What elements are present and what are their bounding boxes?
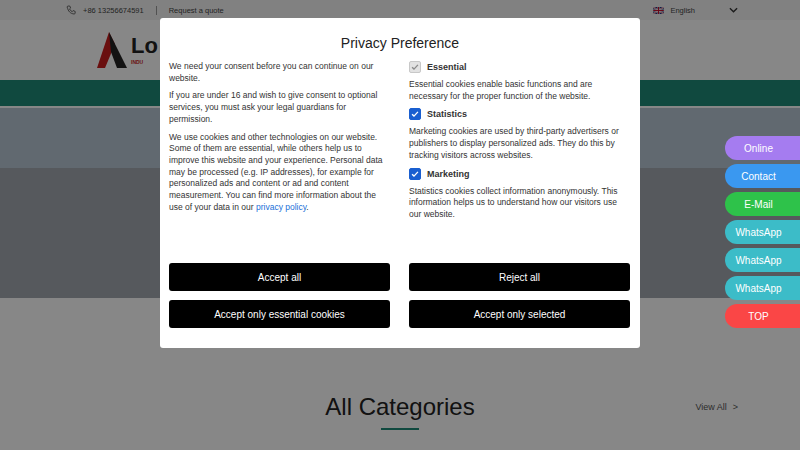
consent-button[interactable]: Accept only selected <box>409 300 630 328</box>
option-label: Statistics <box>427 109 467 119</box>
page: +86 13256674591Request a quoteEnglishLoI… <box>0 0 800 450</box>
floating-button[interactable]: Online <box>725 136 800 160</box>
option-checkbox[interactable] <box>409 168 421 180</box>
details-text: We use cookies and other technologies on… <box>169 132 390 214</box>
option-checkbox <box>409 61 421 73</box>
privacy-modal: Privacy PreferenceWe need your consent b… <box>160 18 640 348</box>
check-icon <box>410 169 420 179</box>
option-description: Statistics cookies collect information a… <box>409 186 630 221</box>
cookie-option: Marketing Statistics cookies collect info… <box>409 168 630 221</box>
check-icon <box>410 109 420 119</box>
floating-button[interactable]: Contact <box>725 164 800 188</box>
option-description: Essential cookies enable basic functions… <box>409 79 630 102</box>
cookie-option: Essential Essential cookies enable basic … <box>409 61 630 102</box>
floating-button[interactable]: E-Mail <box>725 192 800 216</box>
option-checkbox[interactable] <box>409 108 421 120</box>
minors-text: If you are under 16 and wish to give con… <box>169 90 390 125</box>
floating-button[interactable]: WhatsApp <box>725 220 800 244</box>
floating-contact-bar: Online Contact E-Mail WhatsApp WhatsApp Whats… <box>725 136 800 328</box>
floating-button[interactable]: WhatsApp <box>725 248 800 272</box>
floating-button[interactable]: TOP <box>725 304 800 328</box>
consent-button[interactable]: Accept all <box>169 263 390 291</box>
intro-text: We need your consent before you can cont… <box>169 61 390 84</box>
option-description: Marketing cookies are used by third-part… <box>409 126 630 161</box>
check-icon <box>410 62 420 72</box>
cookie-option: Statistics Marketing cookies are used by … <box>409 108 630 161</box>
modal-title: Privacy Preference <box>169 18 631 61</box>
consent-button[interactable]: Reject all <box>409 263 630 291</box>
option-label: Marketing <box>427 169 470 179</box>
privacy-policy-link[interactable]: privacy policy <box>256 202 306 212</box>
consent-button[interactable]: Accept only essential cookies <box>169 300 390 328</box>
option-label: Essential <box>427 62 467 72</box>
floating-button[interactable]: WhatsApp <box>725 276 800 300</box>
